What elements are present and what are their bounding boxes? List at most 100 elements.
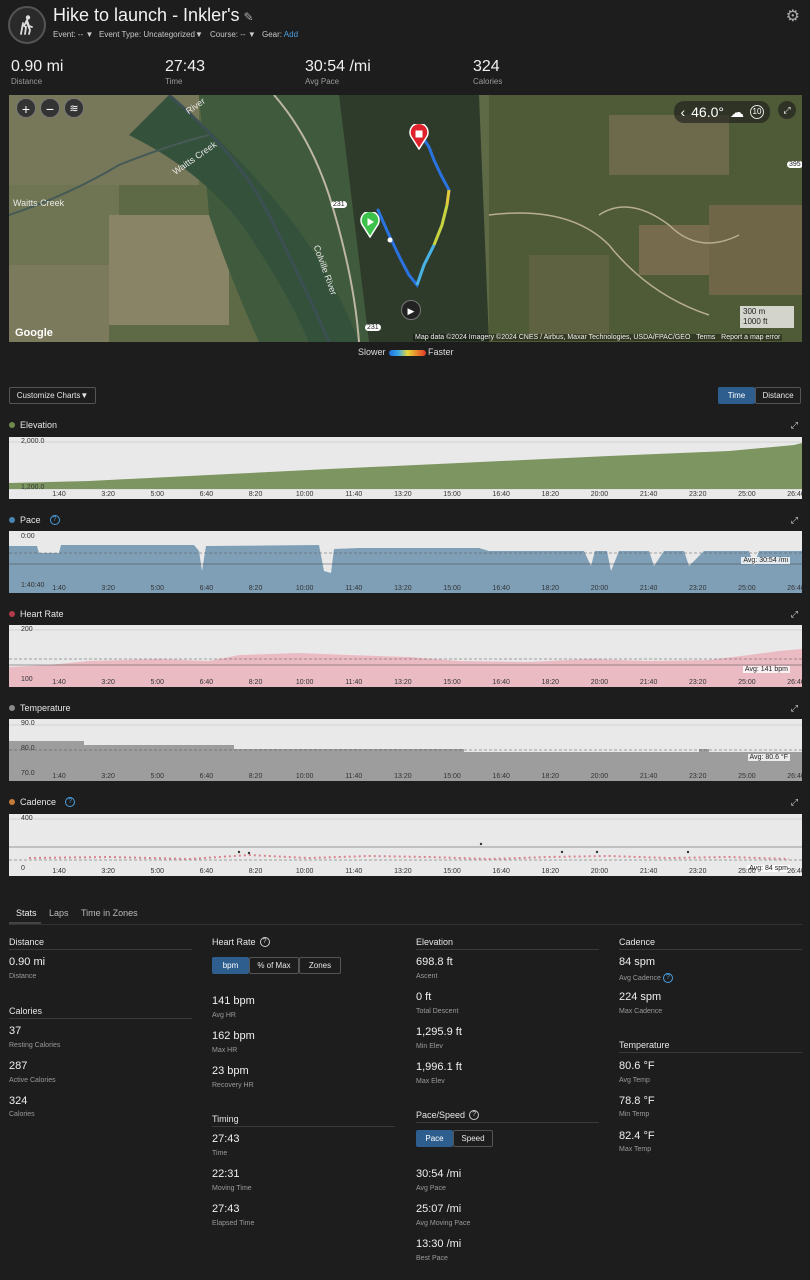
- stat-max-elev-label: Max Elev: [416, 1078, 445, 1085]
- tab-laps[interactable]: Laps: [49, 908, 69, 918]
- heart-rate-y-top: 200: [21, 626, 33, 633]
- stats-elevation-title: Elevation: [416, 937, 454, 947]
- dropdown-caret-icon: ▼: [80, 391, 89, 400]
- pace-x-ticks: 1:40 3:20 5:00 6:40 8:20 10:00 11:40 13:20 15:00…: [9, 583, 802, 593]
- elevation-y-top: 2,000.0: [21, 438, 45, 445]
- help-icon[interactable]: ?: [662, 973, 673, 983]
- stat-max-hr-value: 162 bpm: [212, 1030, 255, 1042]
- x-tick-label: 23:20: [688, 491, 707, 498]
- finish-marker-icon[interactable]: [409, 122, 429, 151]
- x-tick-label: 18:20: [541, 868, 560, 875]
- x-tick-label: 6:40: [199, 491, 214, 498]
- zoom-in-button[interactable]: +: [16, 98, 36, 118]
- stat-time-value: 27:43: [212, 1133, 240, 1145]
- settings-gear-icon[interactable]: ⚙: [786, 6, 800, 26]
- pace-chart[interactable]: 0:00 1:40:40 Avg: 30:54 /mi 1:40 3:20 5:00…: [9, 531, 802, 593]
- gear-add-link[interactable]: Add: [284, 30, 298, 39]
- edit-pencil-icon[interactable]: ✎: [244, 10, 254, 24]
- course-dropdown[interactable]: Course: -- ▼: [210, 30, 256, 39]
- pace-dot-icon: [9, 517, 15, 523]
- hr-zones-button[interactable]: Zones: [299, 957, 341, 974]
- help-icon[interactable]: ?: [65, 797, 76, 807]
- help-icon[interactable]: ?: [469, 1110, 480, 1120]
- pace-button[interactable]: Pace: [416, 1130, 453, 1147]
- elevation-chart[interactable]: 2,000.0 1,200.0 1:40 3:20 5:00 6:40 8:20 10:0…: [9, 437, 802, 499]
- route-map[interactable]: Waitts Creek Waitts Creek Colville River…: [9, 95, 802, 342]
- x-tick-label: 16:40: [492, 773, 510, 780]
- heart-rate-dot-icon: [9, 611, 15, 617]
- stat-active-calories-value: 287: [9, 1060, 28, 1072]
- stat-avg-hr-value: 141 bpm: [212, 995, 255, 1007]
- temperature-x-ticks: 1:40 3:20 5:00 6:40 8:20 10:00 11:40 13:20 15:00…: [9, 771, 802, 781]
- map-label-waitts-creek-1: Waitts Creek: [13, 198, 65, 208]
- divider: [9, 949, 192, 950]
- zoom-out-button[interactable]: −: [40, 98, 60, 118]
- event-dropdown[interactable]: Event: -- ▼: [53, 30, 93, 39]
- expand-temperature-chart-icon[interactable]: ⤢: [791, 703, 798, 714]
- expand-heart-rate-chart-icon[interactable]: ⤢: [791, 609, 798, 620]
- summary-calories-label: Calories: [473, 77, 503, 86]
- hiking-icon: [8, 6, 46, 44]
- x-tick-label: 5:00: [150, 491, 165, 498]
- temperature-chart-title: Temperature: [9, 703, 71, 713]
- cadence-dot-icon: [9, 799, 15, 805]
- help-icon[interactable]: ?: [49, 515, 60, 525]
- tab-stats[interactable]: Stats: [16, 908, 37, 918]
- x-tick-label: 21:40: [639, 491, 658, 498]
- x-tick-label: 3:20: [101, 491, 115, 498]
- hr-percent-max-button[interactable]: % of Max: [249, 957, 299, 974]
- play-route-button[interactable]: ▶: [401, 300, 421, 320]
- x-tick-label: 5:00: [150, 773, 165, 780]
- layers-icon[interactable]: ≋: [64, 98, 84, 118]
- customize-charts-button[interactable]: Customize Charts ▼: [9, 387, 96, 404]
- x-tick-label: 13:20: [394, 585, 412, 592]
- x-tick-label: 1:40: [52, 585, 66, 592]
- stat-total-descent-label: Total Descent: [416, 1008, 459, 1015]
- elevation-area: [9, 443, 802, 489]
- speed-button[interactable]: Speed: [453, 1130, 493, 1147]
- temperature-chart[interactable]: 90.0 80.0 70.0 Avg: 80.6 °F 1:40 3:20 5:00…: [9, 719, 802, 781]
- summary-time-label: Time: [165, 77, 183, 86]
- chevron-left-icon[interactable]: ‹: [680, 104, 685, 120]
- stat-avg-cadence-label: Avg Cadence?: [619, 973, 673, 983]
- x-tick-label: 18:20: [541, 679, 560, 686]
- hr-bpm-button[interactable]: bpm: [212, 957, 249, 974]
- cadence-chart-title: Cadence?: [9, 797, 76, 807]
- tab-time-in-zones[interactable]: Time in Zones: [81, 908, 138, 918]
- terms-link[interactable]: Terms: [696, 334, 715, 341]
- x-tick-label: 13:20: [394, 491, 412, 498]
- stat-ascent-label: Ascent: [416, 973, 438, 980]
- x-tick-label: 11:40: [345, 491, 363, 498]
- x-tick-label: 6:40: [199, 773, 214, 780]
- x-tick-label: 11:40: [345, 585, 363, 592]
- report-map-error-link[interactable]: Report a map error: [721, 334, 780, 341]
- activity-header: Hike to launch - Inkler's ✎ Event: -- ▼ E…: [0, 0, 810, 50]
- stat-min-elev-label: Min Elev: [416, 1043, 443, 1050]
- x-tick-label: 16:40: [492, 868, 510, 875]
- stat-max-cadence-label: Max Cadence: [619, 1008, 663, 1015]
- stat-recovery-hr-value: 23 bpm: [212, 1065, 249, 1077]
- activity-title[interactable]: Hike to launch - Inkler's ✎: [53, 5, 254, 26]
- start-marker-icon[interactable]: [360, 210, 380, 239]
- expand-pace-chart-icon[interactable]: ⤢: [791, 515, 798, 526]
- fullscreen-icon[interactable]: ⤢: [778, 101, 796, 119]
- help-icon[interactable]: ?: [259, 937, 270, 947]
- cadence-chart[interactable]: 400 0 Avg: 84 spm 1:40 3:20 5:00 6:40 8:20 10…: [9, 814, 802, 876]
- stats-pace-speed-title: Pace/Speed?: [416, 1110, 480, 1120]
- summary-calories-value: 324: [473, 58, 500, 75]
- x-tick-label: 10:00: [295, 585, 314, 592]
- map-scale: 300 m 1000 ft: [740, 306, 794, 328]
- distance-toggle-button[interactable]: Distance: [755, 387, 801, 404]
- stat-max-cadence-value: 224 spm: [619, 991, 662, 1003]
- x-tick-label: 6:40: [199, 585, 214, 592]
- heart-rate-chart[interactable]: 200 100 Avg: 141 bpm 1:40 3:20 5:00 6:40 8:2…: [9, 625, 802, 687]
- expand-cadence-chart-icon[interactable]: ⤢: [791, 797, 798, 808]
- expand-elevation-chart-icon[interactable]: ⤢: [791, 420, 798, 431]
- weather-widget[interactable]: ‹ 46.0° ☁ 10: [674, 101, 770, 123]
- cloud-icon: ☁: [730, 103, 744, 120]
- stat-elapsed-time-label: Elapsed Time: [212, 1220, 255, 1227]
- event-type-dropdown[interactable]: Event Type: Uncategorized▼: [99, 30, 203, 39]
- stat-calories-label: Calories: [9, 1111, 35, 1118]
- time-toggle-button[interactable]: Time: [718, 387, 755, 404]
- stat-distance-value: 0.90 mi: [9, 956, 46, 968]
